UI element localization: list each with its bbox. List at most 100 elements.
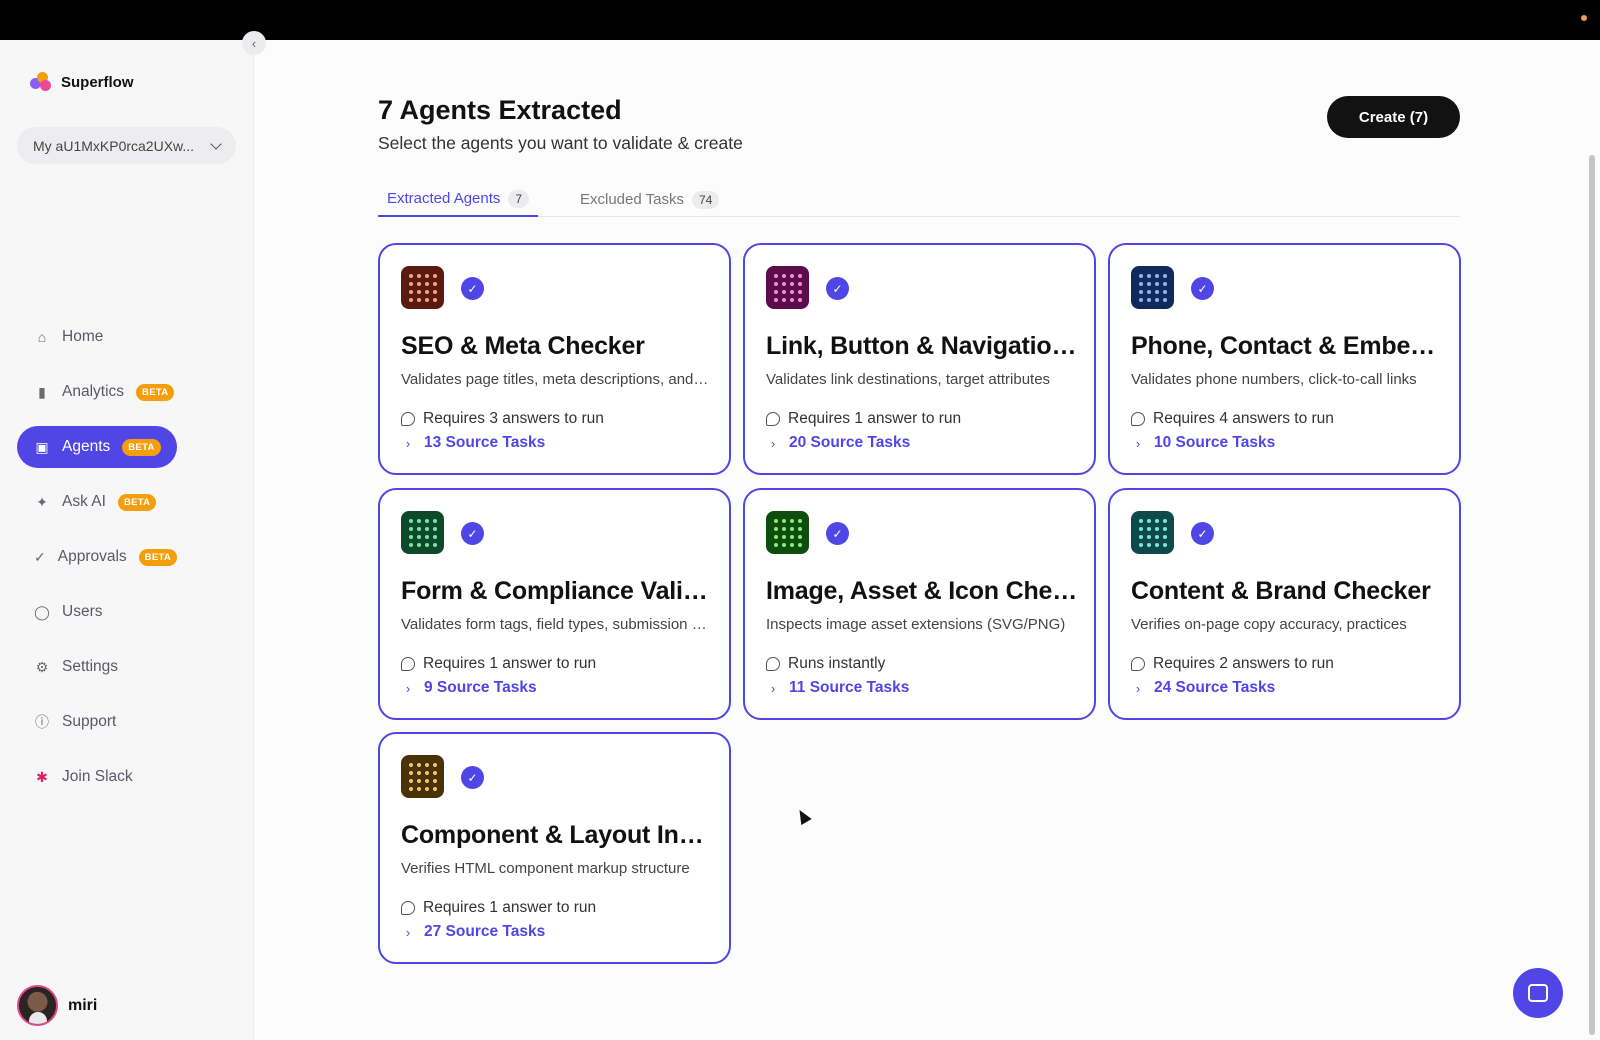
message-bubble-icon — [1131, 657, 1145, 671]
status-dot — [1581, 15, 1587, 21]
collapse-sidebar-button[interactable]: ‹ — [242, 31, 266, 55]
nav-item-settings[interactable]: ⚙ Settings — [17, 646, 177, 688]
app-name: Superflow — [61, 73, 134, 91]
source-tasks-link[interactable]: › 13 Source Tasks — [401, 434, 545, 452]
agent-card[interactable]: ✓ Component & Layout Inspector Verifies HT… — [378, 732, 731, 964]
workspace-label: My aU1MxKP0rca2UXw... — [33, 137, 195, 154]
user-profile[interactable]: miri — [17, 985, 97, 1026]
page-title: 7 Agents Extracted — [378, 95, 622, 125]
chevron-right-icon: › — [770, 680, 776, 696]
nav-item-users[interactable]: ◯ Users — [17, 591, 177, 633]
agent-title: Content & Brand Checker — [1131, 577, 1431, 605]
superflow-logo-icon — [30, 72, 52, 92]
agent-icon — [766, 511, 809, 554]
agent-requirement: Requires 4 answers to run — [1131, 410, 1334, 428]
chevron-right-icon: › — [405, 680, 411, 696]
nav-label: Home — [62, 328, 104, 345]
nav-label: Ask AI — [62, 493, 106, 510]
agent-icon — [401, 266, 444, 309]
avatar — [17, 985, 58, 1026]
create-button[interactable]: Create (7) — [1327, 96, 1460, 138]
source-tasks-link[interactable]: › 11 Source Tasks — [766, 679, 910, 697]
agent-card[interactable]: ✓ Link, Button & Navigation Checker Valida… — [743, 243, 1096, 475]
check-icon: ✓ — [34, 548, 46, 565]
selected-check-icon[interactable]: ✓ — [826, 277, 849, 300]
beta-badge: BETA — [138, 548, 178, 566]
tab-count: 74 — [691, 190, 720, 209]
message-bubble-icon — [401, 412, 415, 426]
selected-check-icon[interactable]: ✓ — [461, 766, 484, 789]
message-bubble-icon — [401, 901, 415, 915]
chevron-left-icon: ‹ — [251, 35, 257, 51]
source-tasks-link[interactable]: › 10 Source Tasks — [1131, 434, 1275, 452]
chevron-right-icon: › — [1135, 680, 1141, 696]
selected-check-icon[interactable]: ✓ — [826, 522, 849, 545]
source-tasks-link[interactable]: › 9 Source Tasks — [401, 679, 537, 697]
nav-item-support[interactable]: ⓘ Support — [17, 701, 177, 743]
requirement-text: Requires 4 answers to run — [1153, 410, 1334, 427]
source-tasks-link[interactable]: › 20 Source Tasks — [766, 434, 910, 452]
tab-label: Extracted Agents — [387, 190, 501, 207]
agent-card[interactable]: ✓ SEO & Meta Checker Validates page titles… — [378, 243, 731, 475]
bar-chart-icon: ▮ — [38, 383, 46, 400]
requirement-text: Requires 1 answer to run — [788, 410, 962, 427]
beta-badge: BETA — [136, 383, 175, 401]
agent-icon — [766, 266, 809, 309]
selected-check-icon[interactable]: ✓ — [1191, 522, 1214, 545]
user-icon: ◯ — [34, 603, 50, 620]
nav-item-analytics[interactable]: ▮ Analytics BETA — [17, 371, 177, 413]
sparkle-icon: ✦ — [36, 493, 48, 510]
agent-description: Validates phone numbers, click-to-call l… — [1131, 371, 1417, 388]
nav-item-ask-ai[interactable]: ✦ Ask AI BETA — [17, 481, 177, 523]
beta-badge: BETA — [122, 438, 161, 456]
agent-title: Component & Layout Inspector — [401, 821, 715, 849]
nav-item-agents[interactable]: ▣ Agents BETA — [17, 426, 177, 468]
chevron-right-icon: › — [1135, 435, 1141, 451]
agent-requirement: Requires 1 answer to run — [766, 410, 961, 428]
agent-description: Inspects image asset extensions (SVG/PNG… — [766, 616, 1066, 633]
agent-icon — [401, 755, 444, 798]
message-bubble-icon — [401, 657, 415, 671]
source-tasks-text: 24 Source Tasks — [1154, 679, 1276, 696]
tab-bar: Extracted Agents 7 Excluded Tasks 74 — [378, 182, 1460, 217]
window-titlebar — [0, 0, 1600, 40]
message-bubble-icon — [1131, 412, 1145, 426]
requirement-text: Requires 2 answers to run — [1153, 655, 1334, 672]
gear-icon: ⚙ — [35, 658, 49, 675]
source-tasks-link[interactable]: › 27 Source Tasks — [401, 923, 545, 941]
source-tasks-text: 10 Source Tasks — [1154, 434, 1276, 451]
selected-check-icon[interactable]: ✓ — [461, 522, 484, 545]
agent-card[interactable]: ✓ Image, Asset & Icon Checker Inspects ima… — [743, 488, 1096, 720]
selected-check-icon[interactable]: ✓ — [461, 277, 484, 300]
beta-badge: BETA — [117, 493, 157, 511]
tab-count: 7 — [508, 189, 530, 208]
nav-label: Users — [62, 603, 103, 620]
nav-label: Join Slack — [62, 768, 133, 785]
scrollbar[interactable] — [1589, 155, 1595, 1035]
page-subtitle: Select the agents you want to validate &… — [378, 133, 743, 153]
home-icon: ⌂ — [37, 329, 47, 345]
agent-card[interactable]: ✓ Phone, Contact & Embed Checker Validates… — [1108, 243, 1461, 475]
requirement-text: Requires 3 answers to run — [423, 410, 604, 427]
agent-icon: ▣ — [35, 438, 49, 455]
message-bubble-icon — [766, 412, 780, 426]
nav-item-join-slack[interactable]: ✱ Join Slack — [17, 756, 177, 798]
nav-item-home[interactable]: ⌂ Home — [17, 316, 177, 358]
source-tasks-text: 13 Source Tasks — [424, 434, 546, 451]
tab-excluded-tasks[interactable]: Excluded Tasks 74 — [571, 182, 728, 217]
source-tasks-link[interactable]: › 24 Source Tasks — [1131, 679, 1275, 697]
workspace-selector[interactable]: My aU1MxKP0rca2UXw... — [17, 127, 236, 164]
requirement-text: Runs instantly — [788, 655, 886, 672]
agent-card[interactable]: ✓ Form & Compliance Validator Validates fo… — [378, 488, 731, 720]
chat-support-button[interactable] — [1513, 968, 1563, 1018]
app-logo[interactable]: Superflow — [30, 72, 134, 92]
agent-requirement: Runs instantly — [766, 655, 885, 673]
agent-card[interactable]: ✓ Content & Brand Checker Verifies on-page… — [1108, 488, 1461, 720]
selected-check-icon[interactable]: ✓ — [1191, 277, 1214, 300]
tab-extracted-agents[interactable]: Extracted Agents 7 — [378, 182, 539, 217]
agent-requirement: Requires 1 answer to run — [401, 899, 596, 917]
chevron-right-icon: › — [405, 924, 411, 940]
agent-requirement: Requires 2 answers to run — [1131, 655, 1334, 673]
nav-item-approvals[interactable]: ✓ Approvals BETA — [17, 536, 178, 578]
sidebar: Superflow My aU1MxKP0rca2UXw... ⌂ Home ▮… — [0, 40, 254, 1040]
